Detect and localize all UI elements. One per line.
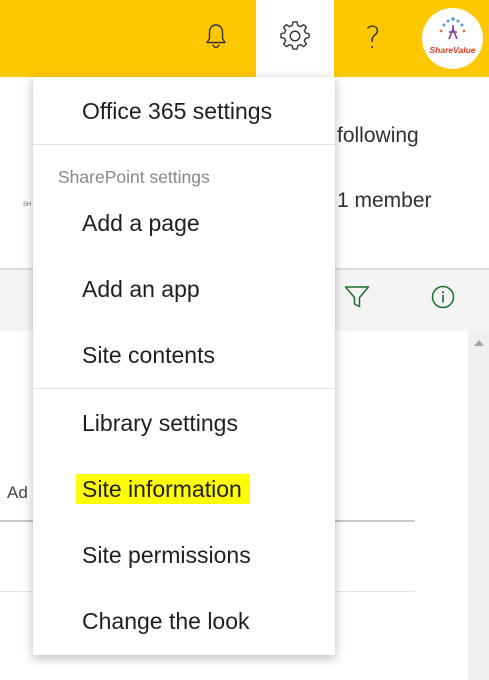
column-header[interactable]: Ad — [7, 483, 28, 503]
menu-item-office365-settings[interactable]: Office 365 settings — [82, 98, 272, 125]
account-avatar[interactable]: ShareValue — [422, 8, 483, 69]
site-logo-text: SH — [23, 202, 32, 208]
menu-item-library-settings[interactable]: Library settings — [82, 410, 238, 437]
scroll-up-arrow-icon[interactable] — [474, 340, 484, 346]
menu-item-add-an-app[interactable]: Add an app — [82, 276, 200, 303]
menu-item-site-contents[interactable]: Site contents — [82, 342, 215, 369]
help-button[interactable]: ? — [340, 0, 406, 77]
notifications-button[interactable] — [183, 0, 249, 77]
settings-menu: Office 365 settings SharePoint settings … — [33, 77, 335, 655]
member-count[interactable]: 1 member — [337, 189, 432, 213]
settings-button[interactable] — [256, 0, 334, 77]
info-button[interactable] — [424, 280, 462, 318]
menu-item-add-a-page[interactable]: Add a page — [82, 210, 200, 237]
gear-icon — [280, 21, 310, 56]
filter-icon — [344, 285, 370, 314]
menu-divider — [33, 388, 335, 389]
vertical-scrollbar[interactable] — [468, 331, 489, 680]
menu-divider — [33, 144, 335, 145]
menu-section-sharepoint-settings: SharePoint settings — [58, 167, 210, 187]
menu-item-change-the-look[interactable]: Change the look — [82, 608, 250, 635]
avatar-label: ShareValue — [429, 45, 476, 55]
highlighted-label: Site information — [76, 474, 250, 504]
following-status[interactable]: following — [337, 124, 419, 148]
info-icon — [431, 285, 455, 314]
bell-icon — [205, 23, 227, 54]
question-mark-icon: ? — [365, 21, 381, 56]
sharevalue-logo-icon — [439, 17, 466, 40]
menu-item-site-permissions[interactable]: Site permissions — [82, 542, 251, 569]
menu-item-site-information[interactable]: Site information — [76, 474, 250, 504]
filter-button[interactable] — [338, 280, 376, 318]
